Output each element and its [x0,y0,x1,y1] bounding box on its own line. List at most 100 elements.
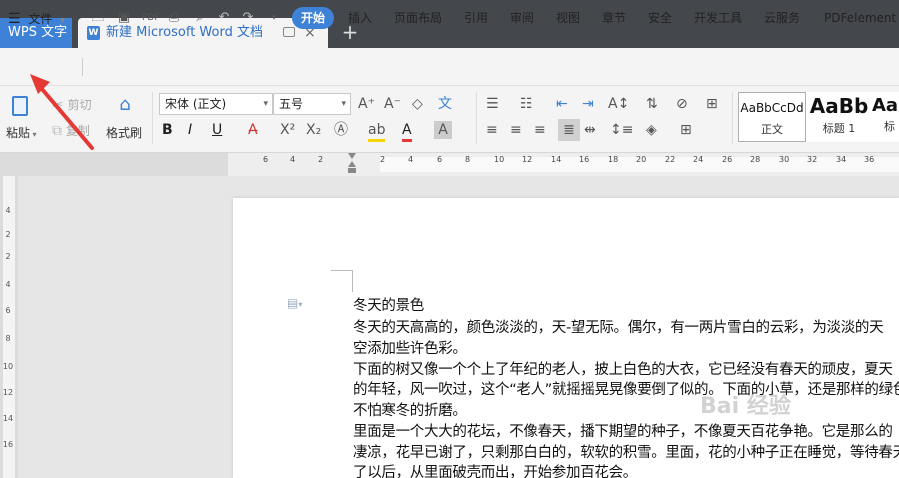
vertical-ruler-tick-label: 14 [2,414,14,423]
file-menu-button[interactable]: ☰ 文件 ▾ [8,9,65,29]
numbered-list-icon[interactable]: ☷ [520,95,533,113]
style-heading-2[interactable]: AaE 标 [872,92,899,142]
format-painter-icon[interactable]: ⌂ [114,94,136,118]
text-effect-icon[interactable]: Ⓐ [334,121,348,139]
pinyin-icon[interactable]: 文 [438,95,452,113]
doc-line[interactable]: 里面是一个大大的花坛，不像春天，播下期望的种子，不像夏天百花争艳。它是那么的 [353,420,893,441]
restore-window-icon[interactable] [283,27,295,37]
align-right-icon[interactable]: ≡ [534,121,546,139]
tab-start[interactable]: 开始 [292,7,334,29]
vertical-ruler-tick-label: 16 [2,440,14,449]
doc-line[interactable]: 不怕寒冬的折磨。 [353,399,467,420]
superscript-icon[interactable]: X² [280,121,295,139]
ruler-tick-label: 8 [465,155,471,164]
vertical-ruler-tick-label: 2 [5,230,11,239]
indent-marker-icon[interactable] [348,153,357,176]
ruler-tick-label: 6 [263,155,269,164]
sort-icon[interactable]: ⇅ [646,95,658,113]
char-shading-icon[interactable]: A [434,121,452,139]
print-icon[interactable]: ⎙ [166,10,182,26]
align-center-icon[interactable]: ≡ [510,121,522,139]
style-normal[interactable]: AaBbCcDd 正文 [738,92,806,142]
tab-view[interactable]: 视图 [554,7,582,29]
font-size-value: 五号 [279,97,304,111]
text-direction-icon[interactable]: A↕ [608,95,629,113]
print-preview-icon[interactable]: ⌕ [192,10,208,26]
tab-pdfelement[interactable]: PDFelement [824,7,896,29]
ruler-tick-label: 20 [636,155,647,164]
style-heading-1[interactable]: AaBb 标题 1 [806,92,872,142]
bullet-list-icon[interactable]: ☰ [486,95,499,113]
highlight-icon[interactable]: ab [368,121,386,142]
format-painter-button[interactable]: 格式刷 [106,124,142,141]
paragraph-doc-icon[interactable]: ▤▾ [287,296,302,310]
underline-button[interactable]: U [212,121,222,139]
tab-security[interactable]: 安全 [646,7,674,29]
show-marks-icon[interactable]: ⊘ [676,95,688,113]
open-folder-icon[interactable]: 🗀 [90,10,106,26]
justify-icon[interactable]: ≣ [558,119,580,141]
ruler-tick-label: 4 [290,155,296,164]
file-menu-label: 文件 [28,12,53,26]
doc-line[interactable]: 冬天的天高高的，颜色淡淡的，天-望无际。偶尔，有一两片雪白的云彩，为淡淡的天 [353,316,884,337]
watermark: Bai 经验 [700,394,791,419]
divider [476,92,477,144]
borders-icon[interactable]: ⊞ [680,121,692,139]
shading-icon[interactable]: ◈ [646,121,657,139]
redo-icon[interactable]: ↷ [240,10,256,26]
decrease-font-icon[interactable]: A⁻ [384,95,401,113]
style-preview: AaBb [809,94,869,118]
ruler-tick-label: 2 [318,155,324,164]
font-color-icon[interactable]: A [402,121,412,142]
ruler-tick-label: 34 [836,155,847,164]
save-icon[interactable]: ▣ [116,10,132,26]
align-left-icon[interactable]: ≡ [486,121,498,139]
tab-review[interactable]: 审阅 [508,7,536,29]
margin-corner-mark [352,270,353,292]
subscript-icon[interactable]: X₂ [306,121,321,139]
font-size-select[interactable]: 五号 ▾ [273,93,351,115]
tab-developer[interactable]: 开发工具 [692,7,744,29]
font-name-select[interactable]: 宋体 (正文) ▾ [159,93,273,115]
line-spacing-icon[interactable]: ↕≡ [610,121,633,139]
vertical-ruler-tick-label: 4 [5,280,11,289]
doc-line[interactable]: 空添加些许色彩。 [353,337,467,358]
increase-font-icon[interactable]: A⁺ [358,95,375,113]
margin-corner-mark [331,270,353,271]
tab-page-layout[interactable]: 页面布局 [392,7,444,29]
decrease-indent-icon[interactable]: ⇤ [556,95,568,113]
italic-button[interactable]: I [188,121,192,139]
tab-insert[interactable]: 插入 [346,7,374,29]
ruler-tick-label: 18 [608,155,619,164]
doc-line[interactable]: 凄凉，花早已谢了，只剩那白白的，软软的积雪。里面，花的小种子正在睡觉，等待春天晓 [353,441,899,462]
tab-cloud-services[interactable]: 云服务 [762,7,802,29]
ruler-tick-label: 24 [693,155,704,164]
ruler-tick-label: 36 [864,155,875,164]
ruler-tick-label: 10 [494,155,505,164]
export-pdf-icon[interactable]: PDF [142,10,160,26]
customize-toolbar-icon[interactable]: ▾ [266,10,282,26]
strikethrough-icon[interactable]: A̶ [248,121,258,139]
hamburger-icon: ☰ [8,11,21,27]
style-preview: AaBbCcDd [740,101,804,115]
bold-button[interactable]: B [162,121,173,139]
doc-title-line[interactable]: 冬天的景色 [353,294,424,315]
menu-bar [0,48,899,86]
undo-icon[interactable]: ↶ [216,10,232,26]
style-name: 正文 [761,123,783,136]
ruler-tick-label: 26 [722,155,733,164]
clear-format-icon[interactable]: ◇ [412,95,423,113]
distribute-icon[interactable]: ⇹ [584,121,596,139]
ruler-tick-label: 2 [380,155,386,164]
table-icon[interactable]: ⊞ [706,95,718,113]
tab-references[interactable]: 引用 [462,7,490,29]
vertical-ruler-tick-label: 6 [5,306,11,315]
doc-line[interactable]: 的年轻，风一吹过，这个“老人”就摇摇晃晃像要倒了似的。下面的小草，还是那样的绿色 [353,378,899,399]
doc-line[interactable]: 了以后，从里面破壳而出，开始参加百花会。 [353,461,637,478]
ruler-tick-label: 4 [408,155,414,164]
style-name: 标 [884,120,895,133]
vertical-ruler-area [3,176,15,478]
doc-line[interactable]: 下面的树又像一个个上了年纪的老人，披上白色的大衣，它已经没有春天的顽皮，夏天 [353,358,893,379]
increase-indent-icon[interactable]: ⇥ [582,95,594,113]
tab-chapter[interactable]: 章节 [600,7,628,29]
